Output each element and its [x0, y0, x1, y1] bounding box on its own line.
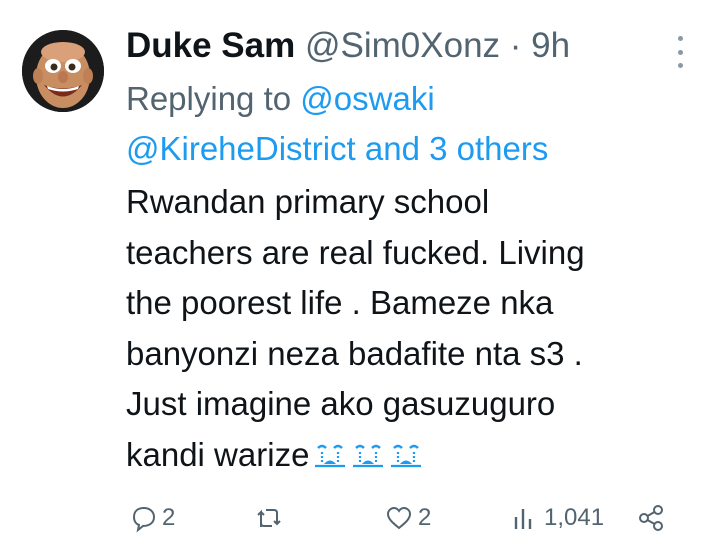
like-count: 2	[418, 504, 432, 531]
tweet-text-last-line: kandi warize	[126, 430, 686, 481]
bar-chart-icon	[514, 509, 532, 529]
share-button[interactable]	[636, 504, 670, 532]
share-icon	[639, 505, 663, 531]
tweet-actions: 2 2 1,041	[0, 504, 720, 533]
tweet-header: Duke Sam @Sim0Xonz · 9h	[126, 24, 686, 68]
reply-others-link[interactable]: 3 others	[429, 130, 548, 167]
author-handle[interactable]: @Sim0Xonz	[305, 26, 500, 65]
speech-bubble-icon	[132, 506, 156, 533]
retweet-arrows-icon	[257, 509, 281, 527]
views-button[interactable]: 1,041	[510, 504, 604, 532]
tweet-text: Rwandan primary school teachers are real…	[126, 177, 686, 480]
more-vertical-icon	[677, 49, 683, 55]
more-vertical-icon	[677, 63, 683, 68]
tweet-text-line: banyonzi neza badafite nta s3 .	[126, 334, 583, 372]
tweet-text-line: the poorest life . Bameze nka	[126, 284, 554, 321]
tweet-content: Duke Sam @Sim0Xonz · 9h Replying to @osw…	[126, 24, 686, 480]
reply-user-link[interactable]: @oswaki	[300, 80, 434, 117]
more-vertical-icon	[677, 36, 683, 41]
crying-face-icon	[315, 444, 346, 467]
emoji-group	[309, 436, 423, 473]
tweet-text-line: kandi warize	[126, 435, 310, 473]
reply-button[interactable]: 2	[128, 504, 176, 533]
avatar[interactable]	[22, 30, 104, 112]
avatar-image	[22, 30, 104, 112]
tweet-text-line: Rwandan primary school	[126, 183, 490, 220]
author-name[interactable]: Duke Sam	[126, 26, 295, 65]
reply-count: 2	[162, 504, 176, 531]
tweet-card[interactable]: Duke Sam @Sim0Xonz · 9h Replying to @osw…	[0, 0, 720, 533]
crying-face-icon	[391, 444, 422, 467]
tweet-text-line: Just imagine ako gasuzuguro	[126, 385, 556, 422]
timestamp[interactable]: 9h	[531, 26, 570, 65]
crying-face-icon	[353, 444, 384, 467]
tweet-text-line: teachers are real fucked. Living	[126, 233, 585, 271]
heart-icon	[386, 506, 412, 530]
reply-user2-link[interactable]: @KireheDistrict	[126, 130, 356, 167]
more-options-button[interactable]	[672, 36, 688, 68]
reply-prefix: Replying to	[126, 80, 292, 117]
reply-context: Replying to @oswaki @KireheDistrict and …	[126, 74, 686, 174]
views-count: 1,041	[544, 504, 605, 531]
retweet-button[interactable]	[254, 504, 288, 532]
separator-dot: ·	[509, 26, 522, 65]
like-button[interactable]: 2	[384, 504, 431, 532]
reply-and[interactable]: and	[365, 130, 420, 167]
